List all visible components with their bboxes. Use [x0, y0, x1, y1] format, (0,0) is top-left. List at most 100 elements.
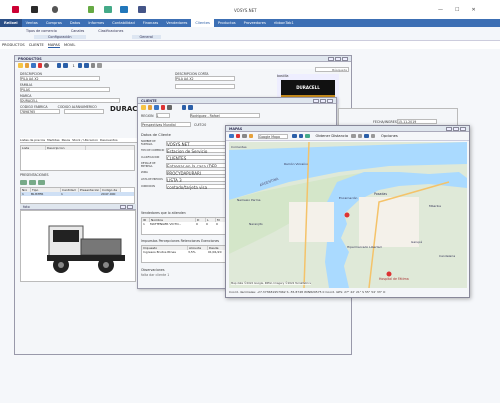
settings-icon[interactable]: [97, 63, 102, 68]
truck-icon[interactable]: [138, 6, 146, 13]
tipo-comercio-field[interactable]: Estacion de Servicio: [166, 148, 234, 154]
map-type-dropdown[interactable]: Google Mapa: [258, 133, 288, 139]
subtab-pesos[interactable]: Pesos: [62, 138, 71, 142]
cliente-edit-icon[interactable]: [147, 105, 152, 110]
ruler-icon[interactable]: [305, 133, 310, 139]
tool-icon-2[interactable]: [357, 133, 363, 139]
productos-min-button[interactable]: [328, 56, 334, 61]
save-icon[interactable]: [31, 63, 36, 68]
doc-tab-movil[interactable]: MOVIL: [64, 43, 75, 47]
grupo-field[interactable]: Perspectivas Mundial: [141, 122, 191, 127]
opciones-button[interactable]: Opciones: [381, 134, 398, 138]
cliente-search-icon[interactable]: [167, 105, 172, 110]
ribbon-general[interactable]: General: [131, 35, 161, 39]
cart-icon[interactable]: [120, 6, 128, 13]
ribbon-tipos-de-comercio[interactable]: Tipos de comercio: [26, 29, 57, 33]
detalle-entrega-field[interactable]: Entregar en la casa (DEP: [166, 162, 234, 168]
cliente-max-button[interactable]: [320, 98, 326, 103]
subtab-listas[interactable]: Listas de precios: [20, 138, 45, 142]
cliente-close-button[interactable]: [327, 98, 333, 103]
menu-tab-relixel[interactable]: Relixel: [0, 19, 22, 27]
cliente-delete-icon[interactable]: [160, 105, 165, 110]
doc-tab-mapas[interactable]: MAPAS: [47, 43, 60, 48]
menu-tab-compras[interactable]: Compras: [42, 19, 66, 27]
alfanumerico-field[interactable]: [64, 109, 104, 114]
menu-tab-ribbontab1[interactable]: ribbonTab1: [270, 19, 298, 27]
delete-icon[interactable]: [37, 63, 42, 68]
ribbon-canales[interactable]: Canales: [71, 29, 84, 33]
mapas-max-button[interactable]: [453, 126, 459, 131]
observaciones-field[interactable]: falta dar cliente 1: [141, 273, 169, 277]
refresh-icon[interactable]: [90, 63, 96, 68]
last-icon[interactable]: [84, 63, 89, 68]
dollar-icon[interactable]: [88, 6, 94, 13]
edit-icon[interactable]: [24, 63, 29, 68]
grid-icon[interactable]: [31, 6, 38, 13]
map-save-icon[interactable]: [229, 133, 234, 139]
ribbon-clasificaciones[interactable]: Clasificaciones: [98, 29, 123, 33]
map-view[interactable]: Corrientes Posadas Encarnación Garupá Ca…: [229, 142, 467, 288]
mapas-min-button[interactable]: [446, 126, 452, 131]
productos-max-button[interactable]: [335, 56, 341, 61]
menu-tab-proveedores[interactable]: Proveedores: [240, 19, 270, 27]
map-pin-icon[interactable]: [248, 133, 253, 139]
table-row[interactable]: 1 MATTENGER VICTO... 0 0 0: [142, 222, 230, 226]
pres-edit-icon[interactable]: [29, 180, 36, 185]
cliente-new-icon[interactable]: [141, 105, 146, 110]
razon-social-field[interactable]: Rodriguez - Rafael: [189, 113, 260, 118]
pres-add-icon[interactable]: [20, 180, 27, 185]
codigo-field[interactable]: 7898765: [20, 109, 60, 114]
condicion-field[interactable]: contado/tarjeta visa: [166, 184, 234, 190]
cliente-prev-icon[interactable]: [188, 105, 193, 110]
lista-precios-field[interactable]: LISTA 3: [166, 177, 234, 183]
people-icon[interactable]: [104, 6, 112, 13]
subtab-descuentos[interactable]: Descuentos: [100, 138, 118, 142]
zoom-out-icon[interactable]: [298, 133, 303, 139]
next-icon[interactable]: [77, 63, 83, 68]
familia-code-field[interactable]: [175, 84, 235, 89]
table-row[interactable]: Ingresos Brutos Rtnes 3,5% 01/01/20: [142, 250, 230, 254]
first-icon[interactable]: [56, 63, 61, 68]
search-icon[interactable]: [44, 63, 49, 68]
menu-tab-ventas[interactable]: Ventas: [22, 19, 42, 27]
menu-tab-productos[interactable]: Productos: [214, 19, 240, 27]
marca-field[interactable]: DURACELL: [20, 98, 120, 103]
desc-corta-field[interactable]: PILA AA X2: [175, 76, 235, 81]
tool-icon-4[interactable]: [370, 133, 376, 139]
map-search-icon[interactable]: [242, 133, 247, 139]
region-field[interactable]: 1: [155, 113, 170, 118]
new-icon[interactable]: [18, 63, 23, 68]
ribbon-configuracion[interactable]: Configuración: [34, 35, 86, 39]
cliente-first-icon[interactable]: [181, 105, 186, 110]
clasificacion-field[interactable]: CLIENTES: [166, 155, 234, 161]
minimize-button[interactable]: —: [438, 7, 443, 13]
menu-tab-vendedores[interactable]: Vendedores: [162, 19, 191, 27]
zoom-in-icon[interactable]: [292, 133, 297, 139]
prev-icon[interactable]: [63, 63, 68, 68]
foto-close-button[interactable]: [127, 204, 133, 209]
search-field[interactable]: Búsqueda: [315, 67, 349, 72]
obtener-distancia-button[interactable]: Obtener Distancia: [316, 134, 349, 138]
person-icon[interactable]: [52, 6, 58, 13]
doc-tab-cliente[interactable]: CLIENTE: [29, 43, 44, 47]
close-button[interactable]: ✕: [471, 7, 475, 13]
nombre-fantasia-field[interactable]: VOSYS.NET: [166, 140, 234, 147]
page-number[interactable]: 1: [73, 64, 75, 68]
desc-field[interactable]: PILA AA X2: [20, 76, 100, 81]
menu-tab-finanzas[interactable]: Finanzas: [139, 19, 163, 27]
col-lista[interactable]: Lista: [21, 146, 46, 150]
cliente-min-button[interactable]: [313, 98, 319, 103]
menu-tab-clientes[interactable]: Clientes: [191, 19, 214, 27]
pres-delete-icon[interactable]: [38, 180, 45, 185]
maximize-button[interactable]: ☐: [455, 7, 459, 13]
productos-close-button[interactable]: [342, 56, 348, 61]
map-close-icon[interactable]: [235, 133, 240, 139]
menu-tab-contabilidad[interactable]: Contabilidad: [108, 19, 139, 27]
subtab-medidas[interactable]: Medidas: [47, 138, 59, 142]
tool-icon-3[interactable]: [364, 133, 369, 139]
fecha-ingreso-field[interactable]: 15.11.2019: [397, 119, 437, 124]
cliente-save-icon[interactable]: [154, 105, 159, 110]
subtab-stock[interactable]: Stock / Ubicacion: [72, 138, 98, 142]
menu-tab-datos[interactable]: Datos: [66, 19, 84, 27]
foto-min-button[interactable]: [120, 204, 126, 209]
